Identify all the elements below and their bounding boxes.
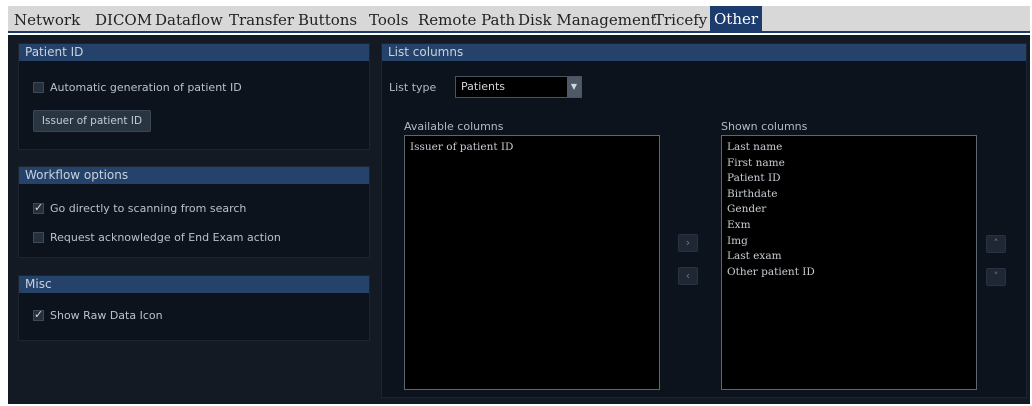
tab-disk-management[interactable]: Disk Management bbox=[518, 8, 657, 33]
tab-tricefy[interactable]: Tricefy bbox=[654, 8, 707, 33]
shown-columns-list[interactable]: Last name First name Patient ID Birthdate Ge… bbox=[721, 135, 977, 390]
misc-header: Misc bbox=[19, 276, 369, 293]
list-item[interactable]: Patient ID bbox=[727, 171, 971, 187]
tab-buttons[interactable]: Buttons bbox=[298, 8, 357, 33]
request-acknowledge-checkbox[interactable]: Request acknowledge of End Exam action bbox=[33, 229, 281, 245]
tab-network[interactable]: Network bbox=[14, 8, 80, 33]
checkbox-checked-icon bbox=[33, 201, 44, 214]
tab-dicom[interactable]: DICOM bbox=[95, 8, 152, 33]
list-item[interactable]: Exm bbox=[727, 218, 971, 234]
checkbox-checked-icon bbox=[33, 308, 44, 321]
patient-id-header: Patient ID bbox=[19, 44, 369, 61]
list-item[interactable]: Other patient ID bbox=[727, 265, 971, 281]
list-columns-panel: List columns List type Patients ▼ Availa… bbox=[381, 43, 1027, 398]
shown-columns-label: Shown columns bbox=[721, 120, 808, 133]
tab-transfer[interactable]: Transfer bbox=[229, 8, 294, 33]
checkbox-icon bbox=[33, 81, 44, 93]
workflow-options-panel: Workflow options Go directly to scanning… bbox=[18, 166, 370, 258]
auto-generate-patient-id-checkbox[interactable]: Automatic generation of patient ID bbox=[33, 79, 242, 95]
list-type-select[interactable]: Patients ▼ bbox=[455, 76, 582, 98]
checkbox-icon bbox=[33, 231, 44, 243]
chevron-down-icon[interactable]: ˅ bbox=[986, 268, 1006, 286]
list-item[interactable]: Img bbox=[727, 234, 971, 250]
go-directly-scanning-checkbox[interactable]: Go directly to scanning from search bbox=[33, 200, 246, 216]
chevron-right-icon[interactable]: › bbox=[678, 234, 698, 252]
tab-other[interactable]: Other bbox=[710, 6, 763, 33]
list-item[interactable]: Last name bbox=[727, 140, 971, 156]
list-item[interactable]: First name bbox=[727, 156, 971, 172]
list-type-value: Patients bbox=[461, 80, 506, 93]
list-item[interactable]: Last exam bbox=[727, 249, 971, 265]
available-columns-list[interactable]: Issuer of patient ID bbox=[404, 135, 660, 390]
list-type-label: List type bbox=[389, 81, 437, 94]
settings-content: Patient ID Automatic generation of patie… bbox=[8, 35, 1030, 404]
request-acknowledge-label: Request acknowledge of End Exam action bbox=[50, 230, 281, 244]
issuer-of-patient-id-button[interactable]: Issuer of patient ID bbox=[33, 110, 151, 132]
list-columns-header: List columns bbox=[382, 44, 1026, 61]
tab-bar: Network DICOM Dataflow Transfer Buttons … bbox=[8, 6, 1030, 33]
list-item[interactable]: Issuer of patient ID bbox=[410, 140, 654, 156]
auto-generate-label: Automatic generation of patient ID bbox=[50, 80, 242, 94]
list-item[interactable]: Birthdate bbox=[727, 187, 971, 203]
show-raw-data-icon-label: Show Raw Data Icon bbox=[50, 308, 163, 322]
caret-down-icon: ▼ bbox=[567, 77, 581, 97]
tab-remote-path[interactable]: Remote Path bbox=[418, 8, 515, 33]
tab-tools[interactable]: Tools bbox=[369, 8, 408, 33]
misc-panel: Misc Show Raw Data Icon bbox=[18, 275, 370, 341]
available-columns-label: Available columns bbox=[404, 120, 504, 133]
chevron-left-icon[interactable]: ‹ bbox=[678, 267, 698, 285]
workflow-options-header: Workflow options bbox=[19, 167, 369, 184]
patient-id-panel: Patient ID Automatic generation of patie… bbox=[18, 43, 370, 150]
tab-dataflow[interactable]: Dataflow bbox=[155, 8, 223, 33]
go-directly-scanning-label: Go directly to scanning from search bbox=[50, 201, 247, 215]
list-item[interactable]: Gender bbox=[727, 202, 971, 218]
chevron-up-icon[interactable]: ˄ bbox=[986, 235, 1006, 253]
show-raw-data-icon-checkbox[interactable]: Show Raw Data Icon bbox=[33, 307, 163, 323]
